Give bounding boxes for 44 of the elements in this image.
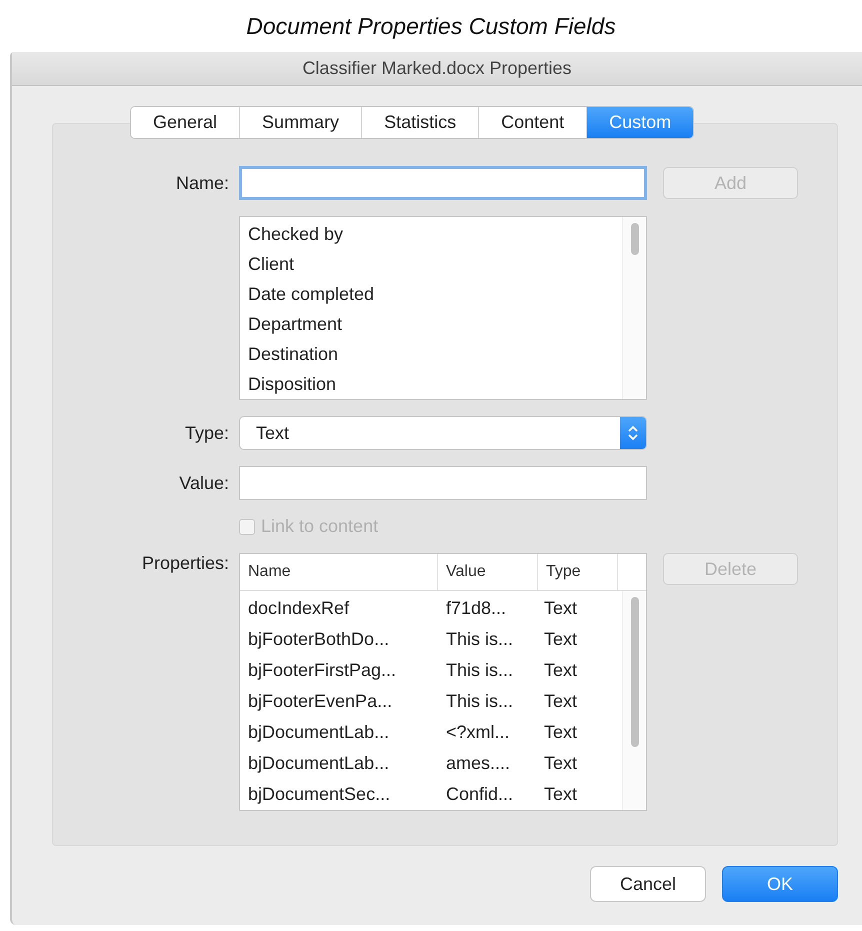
list-item[interactable]: Disposition <box>248 369 622 399</box>
window-title: Classifier Marked.docx Properties <box>302 58 572 79</box>
table-cell-text: f71d8... <box>445 598 508 619</box>
list-item[interactable]: Destination <box>248 339 622 369</box>
column-header[interactable]: Name <box>240 554 438 590</box>
list-item[interactable]: Checked by <box>248 219 622 249</box>
field-label: Value: <box>178 472 229 494</box>
column-header[interactable]: Value <box>438 554 538 590</box>
list-item[interactable]: Client <box>248 249 622 279</box>
table-cell-text: This is... <box>445 691 514 712</box>
table-cell-text: Text <box>543 753 578 774</box>
table-cell-text: bjDocumentSec... <box>247 784 392 805</box>
scrollbar[interactable] <box>630 597 638 747</box>
column-header[interactable]: Type <box>538 554 618 590</box>
tab[interactable]: General <box>131 107 240 138</box>
table-cell-text: Text <box>543 660 578 681</box>
list-item[interactable]: Date completed <box>248 279 622 309</box>
value-field[interactable] <box>239 466 647 500</box>
cancel-button[interactable]: Cancel <box>590 866 706 902</box>
table-cell-text: Confid... <box>445 784 514 805</box>
name-field[interactable] <box>239 166 647 200</box>
table-cell-text: Text <box>543 629 578 650</box>
field-label: Properties: <box>140 553 229 574</box>
table-cell-text: bjFooterBothDo... <box>247 629 390 650</box>
page-caption: Document Properties Custom Fields <box>245 12 617 41</box>
table-cell-text: Text <box>543 691 578 712</box>
table-cell-text: Text <box>543 598 578 619</box>
table-cell-text: Text <box>543 784 578 805</box>
list-item[interactable]: Department <box>248 309 622 339</box>
table-cell-text: Text <box>543 722 578 743</box>
scrollbar[interactable] <box>630 223 638 255</box>
chevron-updown-icon <box>627 424 639 442</box>
table-cell-text: bjDocumentLab... <box>247 722 390 743</box>
table-cell-text: docIndexRef <box>247 598 350 619</box>
table-cell-text: bjFooterEvenPa... <box>247 691 394 712</box>
field-label: Name: <box>174 172 229 194</box>
table-cell-text: ames.... <box>445 753 512 774</box>
table-cell-text: <?xml... <box>445 722 511 743</box>
table-cell-text: bjFooterFirstPag... <box>247 660 398 681</box>
table-cell-text: This is... <box>445 660 514 681</box>
table-cell-text: This is... <box>445 629 514 650</box>
type-dropdown[interactable]: Text <box>239 416 647 450</box>
table-cell-text: bjDocumentLab... <box>247 753 390 774</box>
field-label: Type: <box>184 422 229 444</box>
